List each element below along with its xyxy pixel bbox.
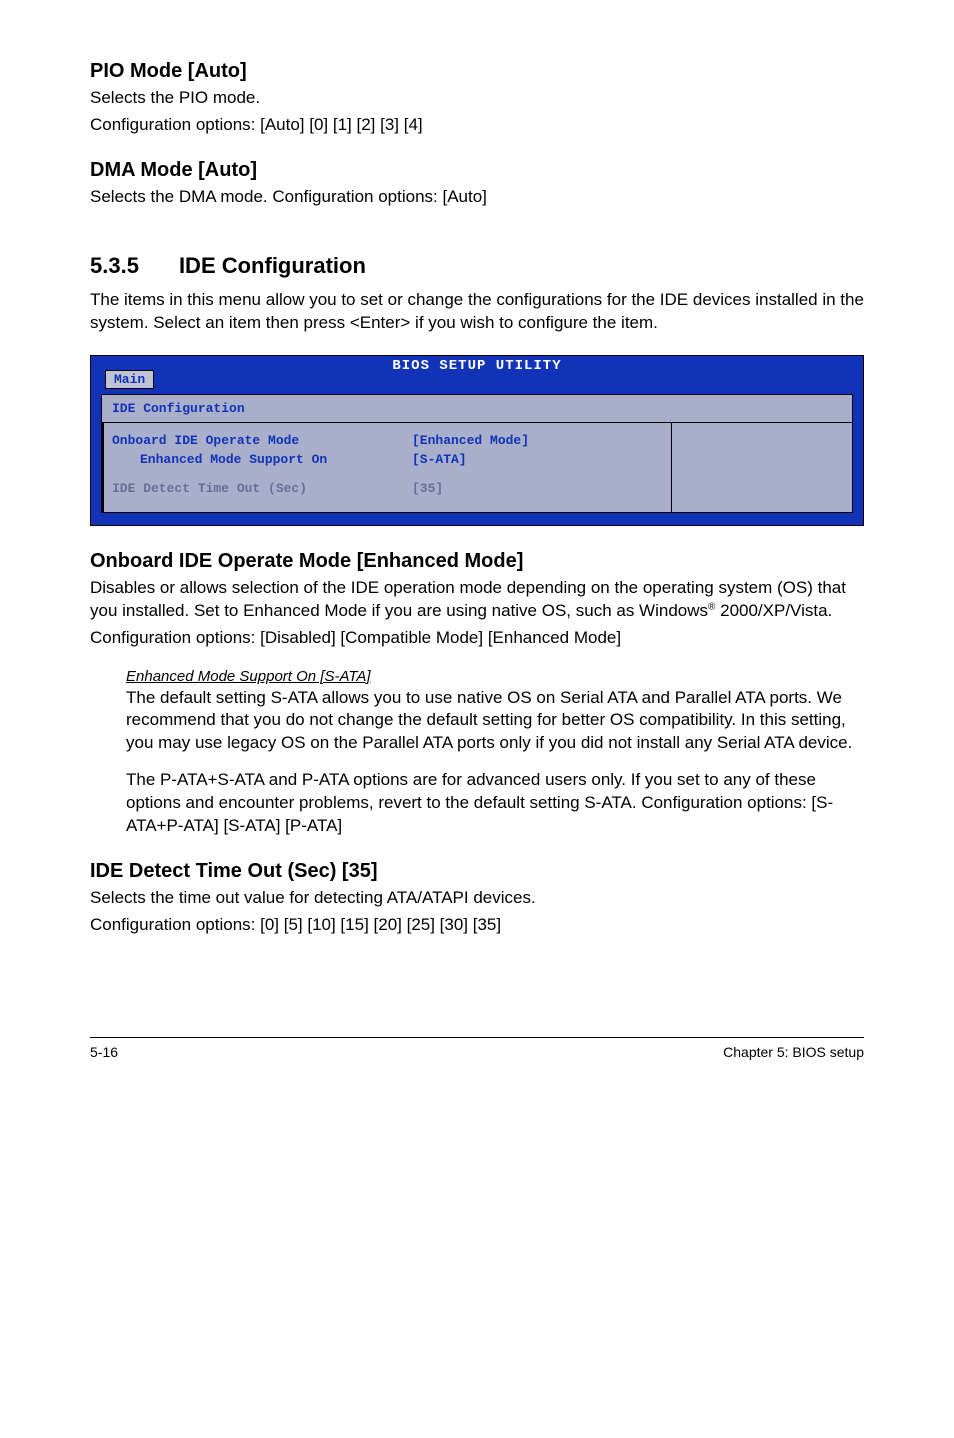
bios-box: BIOS SETUP UTILITY Main IDE Configuratio… <box>90 355 864 526</box>
section-535-para: The items in this menu allow you to set … <box>90 289 864 335</box>
section-title: IDE Configuration <box>179 253 366 278</box>
bios-row2-value: [S-ATA] <box>412 452 582 467</box>
enhanced-para1: The default setting S-ATA allows you to … <box>126 687 864 756</box>
bios-header: BIOS SETUP UTILITY <box>91 356 863 376</box>
idetimeout-line2: Configuration options: [0] [5] [10] [15]… <box>90 914 864 937</box>
idetimeout-heading: IDE Detect Time Out (Sec) [35] <box>90 860 864 883</box>
page-footer: 5-16 Chapter 5: BIOS setup <box>90 1037 864 1060</box>
dma-heading: DMA Mode [Auto] <box>90 159 864 182</box>
onboard-para1: Disables or allows selection of the IDE … <box>90 577 864 623</box>
bios-tab-main: Main <box>105 370 154 389</box>
bios-inner-title: IDE Configuration <box>102 395 852 423</box>
dma-line1: Selects the DMA mode. Configuration opti… <box>90 186 864 209</box>
idetimeout-line1: Selects the time out value for detecting… <box>90 887 864 910</box>
onboard-para1b: 2000/XP/Vista. <box>715 601 832 620</box>
bios-row2-label: Enhanced Mode Support On <box>112 452 412 467</box>
onboard-para2: Configuration options: [Disabled] [Compa… <box>90 627 864 650</box>
enhanced-block: Enhanced Mode Support On [S-ATA] The def… <box>90 668 864 839</box>
footer-chapter: Chapter 5: BIOS setup <box>723 1044 864 1060</box>
bios-row-3: IDE Detect Time Out (Sec) [35] <box>102 479 852 498</box>
pio-line1: Selects the PIO mode. <box>90 87 864 110</box>
footer-page-number: 5-16 <box>90 1044 118 1060</box>
bios-row3-label: IDE Detect Time Out (Sec) <box>112 481 412 496</box>
bios-row1-value: [Enhanced Mode] <box>412 433 582 448</box>
section-535-heading: 5.3.5 IDE Configuration <box>90 253 864 279</box>
enhanced-title: Enhanced Mode Support On [S-ATA] <box>126 668 864 685</box>
bios-content: Onboard IDE Operate Mode [Enhanced Mode]… <box>102 423 852 512</box>
bios-row3-value: [35] <box>412 481 582 496</box>
bios-row-1: Onboard IDE Operate Mode [Enhanced Mode] <box>102 431 852 450</box>
bios-row1-label: Onboard IDE Operate Mode <box>112 433 412 448</box>
pio-heading: PIO Mode [Auto] <box>90 60 864 83</box>
bios-row-2: Enhanced Mode Support On [S-ATA] <box>102 450 852 469</box>
enhanced-para2: The P-ATA+S-ATA and P-ATA options are fo… <box>126 769 864 838</box>
section-number: 5.3.5 <box>90 253 139 279</box>
bios-inner-panel: IDE Configuration Onboard IDE Operate Mo… <box>101 394 853 513</box>
onboard-heading: Onboard IDE Operate Mode [Enhanced Mode] <box>90 550 864 573</box>
bios-screenshot: BIOS SETUP UTILITY Main IDE Configuratio… <box>90 355 864 526</box>
pio-line2: Configuration options: [Auto] [0] [1] [2… <box>90 114 864 137</box>
